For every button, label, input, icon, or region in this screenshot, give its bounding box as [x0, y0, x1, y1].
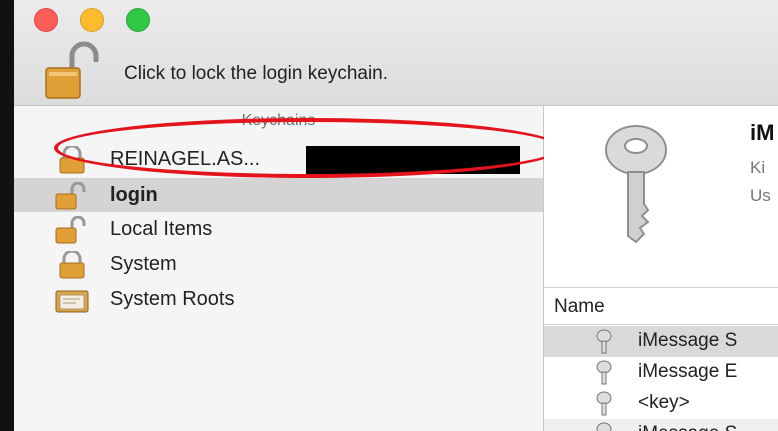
table-row[interactable]: iMessage S: [544, 419, 778, 431]
unlocked-lock-icon: [55, 216, 86, 244]
close-button[interactable]: [34, 8, 58, 32]
row-name: iMessage E: [638, 361, 738, 382]
row-name: iMessage S: [638, 423, 737, 431]
column-header-name[interactable]: Name: [544, 288, 778, 325]
screen-edge: [0, 0, 14, 431]
minimize-button[interactable]: [80, 8, 104, 32]
sidebar-item-label: REINAGEL.AS...: [110, 148, 261, 170]
sidebar-item-label: login: [110, 184, 158, 206]
sidebar-item-local-items[interactable]: Local Items: [14, 212, 543, 246]
toolbar: Click to lock the login keychain.: [14, 0, 778, 106]
lock-icon: [59, 146, 85, 174]
sidebar-item-system[interactable]: System: [14, 247, 543, 281]
table-row[interactable]: iMessage S: [544, 326, 778, 357]
sidebar-item-reinagel[interactable]: REINAGEL.AS...: [14, 142, 543, 176]
keychains-sidebar: Keychains REINAGEL.AS... login Local Ite…: [14, 106, 544, 431]
items-table: Name iMessage S iMessage E <key>: [544, 287, 778, 431]
row-name: <key>: [638, 392, 690, 413]
keychain-window: Click to lock the login keychain. Keycha…: [14, 0, 778, 431]
key-icon: [596, 360, 612, 385]
table-row[interactable]: iMessage E: [544, 357, 778, 388]
row-name: iMessage S: [638, 330, 738, 351]
unlocked-lock-icon: [55, 182, 86, 210]
key-icon: [596, 422, 612, 431]
lock-keychain-button[interactable]: [44, 40, 106, 100]
lock-icon: [59, 251, 85, 279]
key-icon: [605, 125, 667, 244]
sidebar-item-label: System: [110, 253, 177, 275]
zoom-button[interactable]: [126, 8, 150, 32]
detail-kind: Ki: [750, 158, 766, 177]
sidebar-header: Keychains: [241, 112, 316, 129]
item-detail-pane: iM Ki Us: [544, 106, 778, 286]
sidebar-item-label: Local Items: [110, 218, 213, 240]
detail-usage: Us: [750, 186, 771, 205]
redaction-bar: [306, 146, 520, 174]
unlocked-padlock-icon: [45, 41, 99, 99]
sidebar-item-label: System Roots: [110, 288, 235, 310]
key-icon: [596, 391, 612, 416]
lock-status-text: Click to lock the login keychain.: [124, 63, 389, 84]
table-row[interactable]: <key>: [544, 388, 778, 419]
key-icon: [596, 329, 612, 354]
sidebar-item-login[interactable]: login: [14, 178, 543, 212]
sidebar-item-system-roots[interactable]: System Roots: [14, 282, 543, 316]
certificate-folder-icon: [55, 290, 89, 313]
detail-title: iM: [750, 120, 775, 145]
